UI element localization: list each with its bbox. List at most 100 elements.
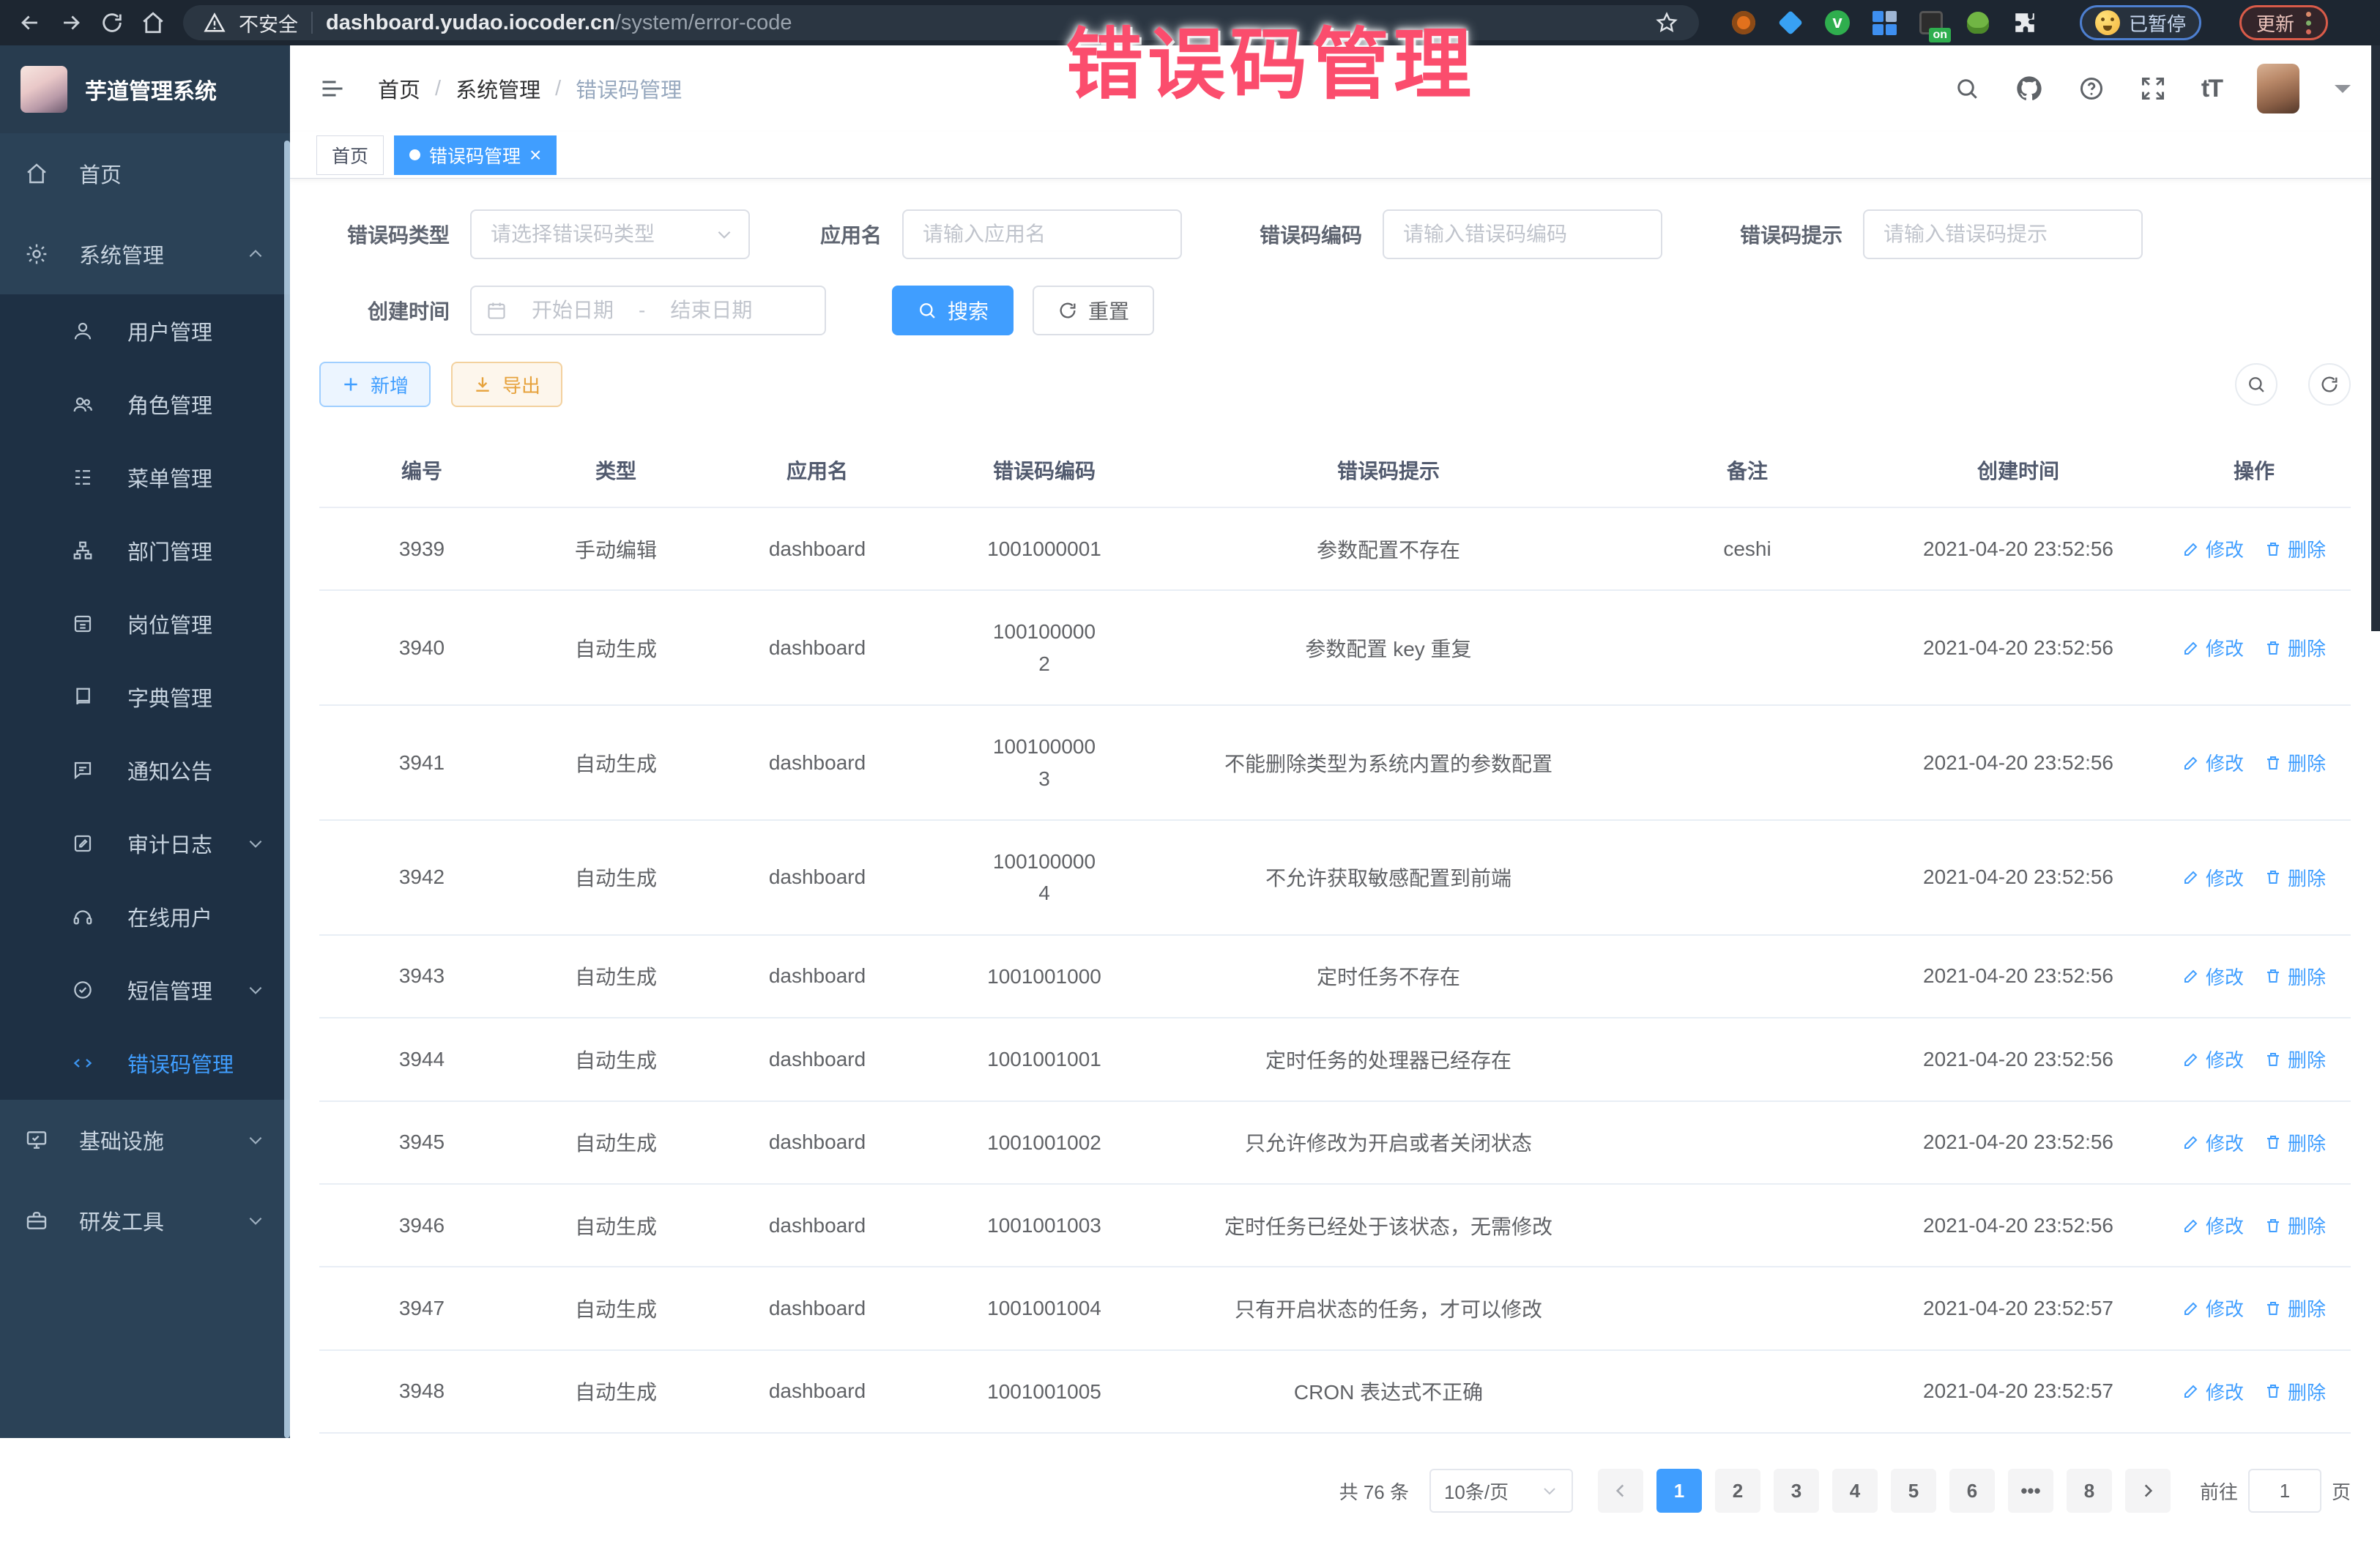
online-user-icon <box>72 906 94 928</box>
sidebar-item-error-code[interactable]: 错误码管理 <box>0 1027 290 1100</box>
prev-page-button[interactable] <box>1598 1469 1643 1513</box>
edit-link[interactable]: 修改 <box>2182 963 2244 990</box>
security-label[interactable]: 不安全 <box>239 9 298 37</box>
date-range-separator: - <box>639 299 645 322</box>
edit-link[interactable]: 修改 <box>2182 1378 2244 1405</box>
browser-home-icon[interactable] <box>138 7 168 38</box>
help-icon[interactable] <box>2078 75 2105 102</box>
sidebar-item-online-users[interactable]: 在线用户 <box>0 880 290 953</box>
delete-link[interactable]: 删除 <box>2264 1378 2326 1405</box>
sidebar-item-audit-log[interactable]: 审计日志 <box>0 807 290 880</box>
page-button-6[interactable]: 6 <box>1949 1469 1995 1513</box>
sidebar-toggle-icon[interactable] <box>319 75 346 102</box>
page-ellipsis[interactable]: ••• <box>2008 1469 2053 1513</box>
search-icon[interactable] <box>1954 75 1980 102</box>
extension-check-icon[interactable]: v <box>1823 9 1851 37</box>
browser-menu-icon[interactable] <box>2306 12 2311 34</box>
sidebar-item-menu-management[interactable]: 菜单管理 <box>0 441 290 514</box>
sidebar-item-system-management[interactable]: 系统管理 <box>0 214 290 294</box>
goto-page-input[interactable] <box>2248 1469 2321 1513</box>
error-code-input[interactable] <box>1383 209 1662 259</box>
tab-home[interactable]: 首页 <box>316 135 384 175</box>
menu-list-icon <box>72 466 94 488</box>
delete-link[interactable]: 删除 <box>2264 1046 2326 1073</box>
app-logo[interactable]: 芋道管理系统 <box>0 45 290 133</box>
breadcrumb-home[interactable]: 首页 <box>378 73 420 104</box>
delete-link[interactable]: 删除 <box>2264 749 2326 776</box>
extension-pin-icon[interactable] <box>1777 9 1804 37</box>
avatar-caret-icon[interactable] <box>2335 85 2351 101</box>
sidebar-item-infrastructure[interactable]: 基础设施 <box>0 1100 290 1180</box>
page-size-select[interactable]: 10条/页 <box>1429 1469 1573 1513</box>
page-button-1[interactable]: 1 <box>1656 1469 1702 1513</box>
edit-link[interactable]: 修改 <box>2182 749 2244 776</box>
page-url[interactable]: dashboard.yudao.iocoder.cn/system/error-… <box>326 11 792 35</box>
app-name-input[interactable] <box>902 209 1182 259</box>
page-button-8[interactable]: 8 <box>2067 1469 2112 1513</box>
sidebar-item-label: 部门管理 <box>127 535 212 566</box>
browser-back-icon[interactable] <box>15 7 45 38</box>
edit-link[interactable]: 修改 <box>2182 1212 2244 1239</box>
sidebar-item-notice[interactable]: 通知公告 <box>0 734 290 807</box>
delete-link[interactable]: 删除 <box>2264 535 2326 562</box>
delete-link[interactable]: 删除 <box>2264 963 2326 990</box>
tab-error-code[interactable]: 错误码管理 × <box>394 135 557 175</box>
user-avatar[interactable] <box>2257 64 2299 113</box>
page-button-5[interactable]: 5 <box>1891 1469 1936 1513</box>
sidebar-item-user-management[interactable]: 用户管理 <box>0 294 290 368</box>
address-bar[interactable]: 不安全 dashboard.yudao.iocoder.cn/system/er… <box>183 5 1699 40</box>
bookmark-star-icon[interactable] <box>1655 11 1678 34</box>
browser-update-button[interactable]: 更新 <box>2239 5 2328 40</box>
sidebar-item-home[interactable]: 首页 <box>0 133 290 214</box>
sidebar-item-dept-management[interactable]: 部门管理 <box>0 514 290 587</box>
app-header: 首页 / 系统管理 / 错误码管理 tT <box>290 45 2380 132</box>
sidebar-item-sms-management[interactable]: 短信管理 <box>0 953 290 1027</box>
edit-link[interactable]: 修改 <box>2182 535 2244 562</box>
date-range-picker[interactable]: - <box>470 286 826 335</box>
sidebar-item-dev-tools[interactable]: 研发工具 <box>0 1180 290 1261</box>
next-page-button[interactable] <box>2125 1469 2171 1513</box>
page-button-3[interactable]: 3 <box>1774 1469 1819 1513</box>
edit-link[interactable]: 修改 <box>2182 1046 2244 1073</box>
fullscreen-icon[interactable] <box>2140 75 2166 102</box>
end-date-input[interactable] <box>650 299 773 322</box>
window-scrollbar[interactable] <box>2371 45 2380 631</box>
edit-link[interactable]: 修改 <box>2182 1295 2244 1322</box>
delete-link[interactable]: 删除 <box>2264 864 2326 891</box>
error-type-select[interactable] <box>470 209 750 259</box>
breadcrumb-system[interactable]: 系统管理 <box>455 73 540 104</box>
edit-link[interactable]: 修改 <box>2182 1129 2244 1156</box>
start-date-input[interactable] <box>511 299 634 322</box>
edit-link[interactable]: 修改 <box>2182 634 2244 661</box>
sidebar-scrollbar[interactable] <box>284 141 290 1438</box>
github-icon[interactable] <box>2015 75 2043 103</box>
delete-link[interactable]: 删除 <box>2264 634 2326 661</box>
extension-orange-icon[interactable] <box>1730 9 1758 37</box>
profile-paused-badge[interactable]: 已暂停 <box>2080 5 2201 40</box>
edit-link[interactable]: 修改 <box>2182 864 2244 891</box>
browser-reload-icon[interactable] <box>97 7 127 38</box>
delete-link[interactable]: 删除 <box>2264 1212 2326 1239</box>
delete-link[interactable]: 删除 <box>2264 1129 2326 1156</box>
delete-link[interactable]: 删除 <box>2264 1295 2326 1322</box>
browser-forward-icon[interactable] <box>56 7 86 38</box>
export-button[interactable]: 导出 <box>451 362 562 407</box>
sidebar-item-label: 系统管理 <box>79 239 164 269</box>
refresh-table-button[interactable] <box>2308 363 2351 406</box>
page-button-2[interactable]: 2 <box>1715 1469 1760 1513</box>
sidebar-item-post-management[interactable]: 岗位管理 <box>0 587 290 660</box>
extension-cubes-icon[interactable] <box>1870 9 1898 37</box>
sidebar-item-role-management[interactable]: 角色管理 <box>0 368 290 441</box>
extensions-puzzle-icon[interactable] <box>2011 9 2039 37</box>
toggle-search-button[interactable] <box>2235 363 2277 406</box>
search-button[interactable]: 搜索 <box>892 286 1014 335</box>
font-size-icon[interactable]: tT <box>2201 75 2222 103</box>
page-button-4[interactable]: 4 <box>1832 1469 1878 1513</box>
tab-close-icon[interactable]: × <box>529 145 541 165</box>
sidebar-item-dict-management[interactable]: 字典管理 <box>0 660 290 734</box>
add-button[interactable]: 新增 <box>319 362 431 407</box>
extension-key-icon[interactable] <box>1964 9 1992 37</box>
extension-switch-icon[interactable]: on <box>1917 9 1945 37</box>
reset-button[interactable]: 重置 <box>1033 286 1154 335</box>
error-hint-input[interactable] <box>1863 209 2143 259</box>
